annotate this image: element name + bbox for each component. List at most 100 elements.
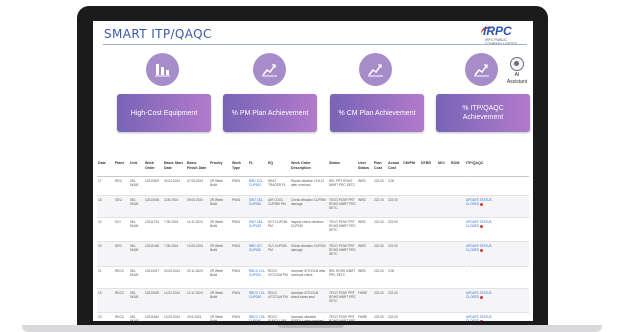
table-cell: 12.11.2024: [187, 291, 203, 295]
column-header[interactable]: User Status: [357, 159, 373, 176]
column-header[interactable]: Work Order Description: [290, 159, 328, 176]
itp-qaqc-status-cell[interactable]: UPDATE STATUS CLOSED: [465, 313, 501, 321]
itp-qaqc-status-cell[interactable]: -: [465, 177, 501, 195]
trend-line-icon: [359, 53, 392, 86]
table-cell: [402, 267, 420, 288]
table-cell: 281-5KUB: [130, 179, 139, 187]
table-row[interactable]: 21 RDCC 081-5KUB 10210017 20.05.2024 20.11.20…: [97, 267, 529, 289]
itp-qaqc-status-cell[interactable]: UPDATE STATUS CLOSED: [465, 242, 501, 266]
table-cell: Check vibration CUP020 damage: [291, 244, 326, 252]
table-cell: Increase vibration SUPOLL after overhaul: [291, 315, 324, 321]
table-cell: PM01: [232, 220, 241, 224]
column-header[interactable]: MCI: [437, 159, 450, 176]
kpi-itp-qaqc-button[interactable]: % ITP/QAQC Achievement: [436, 94, 530, 132]
table-cell: TECO PCNF PRT ROHS MNRT PRC SETC: [329, 244, 356, 256]
itp-qaqc-status-cell[interactable]: UPDATE STATUS CLOSED: [465, 218, 501, 241]
column-header[interactable]: Basic Start Date: [163, 159, 186, 176]
table-cell[interactable]: RBD 107-CUP020: [248, 242, 267, 266]
table-cell: [420, 242, 437, 266]
table-cell: 222.00: [374, 179, 384, 183]
table-cell: TECO PCNF PRT ROHS MNRT PRC SETC: [329, 291, 356, 303]
itp-qaqc-status-cell[interactable]: UPDATE STATUS CLOSED: [465, 196, 501, 217]
column-header[interactable]: Unit: [129, 159, 144, 176]
table-cell: [450, 177, 465, 195]
table-cell[interactable]: RBD 113-CUP002: [248, 177, 267, 195]
table-cell: [450, 196, 465, 217]
table-cell: DPG: [115, 244, 122, 248]
table-cell[interactable]: SWT 152-CUP030: [248, 196, 267, 217]
table-row[interactable]: 20 DPG 081-5KUB 10211048 7.05.2024 13.05.2024…: [97, 242, 529, 267]
column-header[interactable]: Work Order: [144, 159, 163, 176]
table-cell: GLY-CUP020 PM: [268, 244, 287, 252]
assistant-label-line1: AI: [514, 72, 520, 78]
table-cell[interactable]: RBCC 121-CUP030: [248, 289, 267, 312]
table-cell: 222.00: [388, 220, 398, 224]
table-row[interactable]: 19 RDCC 081-5KUB 10210029 14.02.2024 12.11.20…: [97, 289, 529, 313]
table-cell: [437, 177, 450, 195]
table-cell: RDCC: [115, 269, 125, 273]
column-header[interactable]: NTBR: [420, 159, 437, 176]
table-cell: PM01: [232, 315, 241, 319]
table-cell: RDCC VITCOLM PM: [268, 269, 288, 277]
column-header[interactable]: EQ: [267, 159, 290, 176]
column-header[interactable]: ITP/QAQC: [465, 159, 501, 176]
table-cell: RDCC VITCOLM PM: [268, 291, 288, 299]
table-cell: 30.04.2024: [164, 179, 180, 183]
table-cell: 2R Week Build: [210, 291, 224, 299]
column-header[interactable]: Work Type: [231, 159, 248, 176]
column-header[interactable]: Plan Cost: [373, 159, 387, 176]
table-cell: 0.00: [388, 179, 395, 183]
kpi-cm-plan-button[interactable]: % CM Plan Achievement: [330, 94, 424, 132]
table-cell: [402, 196, 420, 217]
column-header[interactable]: Plant: [114, 159, 129, 176]
column-header[interactable]: ROM: [450, 159, 465, 176]
table-row[interactable]: 23 RDCC 081-5KUB 10211964 13.05.2024 20.5.202…: [97, 313, 529, 321]
table-cell[interactable]: RBCC 123-CUP040: [248, 313, 267, 321]
kpi-high-cost-equipment-button[interactable]: High-Cost Equipment: [117, 94, 211, 132]
table-cell: 14.11.2024: [187, 220, 203, 224]
table-cell: 222.00: [374, 244, 384, 248]
table-cell: [450, 313, 465, 321]
column-header[interactable]: Actual Cost: [387, 159, 402, 176]
table-cell: TECO PCNF PRT ROHS MNRT PRC SETC: [329, 315, 356, 321]
table-cell: 13.05.2024: [187, 244, 203, 248]
itp-qaqc-status-cell[interactable]: UPDATE STATUS CLOSED: [465, 289, 501, 312]
table-cell: 20.05.2024: [164, 269, 180, 273]
table-cell[interactable]: RBCC 121-CUP020: [248, 267, 267, 288]
table-cell: 222.00: [388, 291, 398, 295]
table-cell: AIR COOL CUP050 PM: [268, 198, 286, 206]
trend-line-icon: [253, 53, 286, 86]
table-cell: PM01: [232, 179, 241, 183]
ai-assistant-button[interactable]: AI Assistant: [505, 57, 529, 85]
table-cell: 10211048: [145, 244, 159, 248]
table-row[interactable]: 17 RDU 281-5KUB 10210002 30.04.2024 07.05.202…: [97, 177, 529, 196]
table-cell: 081-5KUB: [130, 315, 139, 321]
table-cell: [402, 242, 420, 266]
table-cell: 0.00: [388, 269, 395, 273]
status-alert-icon: [480, 295, 484, 299]
table-cell: INRD: [358, 244, 366, 248]
column-header[interactable]: Status: [328, 159, 357, 176]
column-header[interactable]: Priority: [209, 159, 231, 176]
table-row[interactable]: 18 GEU 081-5KUB 10210006 3.05.2024 09.05.2024…: [97, 196, 529, 218]
column-header[interactable]: FL: [248, 159, 267, 176]
kpi-pm-plan-button[interactable]: % PM Plan Achievement: [223, 94, 317, 132]
itp-qaqc-status-cell[interactable]: -: [465, 267, 501, 288]
table-cell: PM01: [232, 198, 241, 202]
table-cell: [450, 242, 465, 266]
table-cell: 14.02.2024: [164, 291, 180, 295]
column-header[interactable]: CM/PM: [402, 159, 420, 176]
table-cell: 13.05.2024: [164, 315, 180, 319]
column-header[interactable]: Date: [97, 159, 114, 176]
app-title: SMART ITP/QAQC: [104, 27, 212, 41]
table-cell[interactable]: SWT 182-CUP130: [248, 218, 267, 241]
table-cell: 222.00: [374, 220, 384, 224]
table-cell: 19: [98, 291, 102, 295]
table-cell: 2R Week Build: [210, 179, 224, 187]
table-cell: INRD: [358, 198, 366, 202]
table-row[interactable]: 22 GLY 081-5KUB 10211724 7.05.2024 14.11.2024…: [97, 218, 529, 242]
header-divider: [103, 44, 527, 45]
column-header[interactable]: Basic Finish Date: [186, 159, 209, 176]
stage: SMART ITP/QAQC IRPC IRPC PUBLIC COMPANY …: [0, 0, 620, 332]
irpc-logo[interactable]: IRPC IRPC PUBLIC COMPANY LIMITED: [479, 24, 523, 46]
